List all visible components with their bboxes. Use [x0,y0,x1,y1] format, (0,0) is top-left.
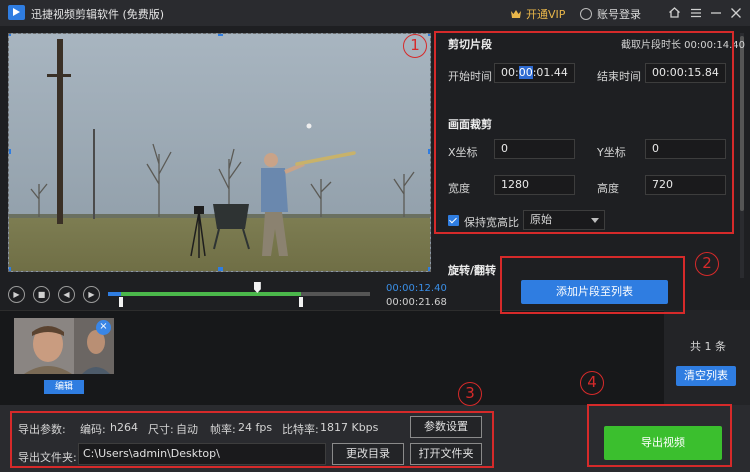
annotation-box-add-clip [500,256,685,314]
minimize-icon[interactable] [708,5,724,21]
annotation-box-export-button [587,404,732,467]
clip-list-sidebar [664,310,750,405]
annotation-number: 3 [458,382,482,406]
prev-frame-icon: ◀ [63,290,70,299]
play-button[interactable]: ▶ [8,286,25,303]
clear-list-button[interactable]: 清空列表 [676,366,736,386]
login-button[interactable]: 账号登录 [580,6,641,22]
current-time: 00:00:12.40 [386,283,447,294]
annotation-box-export-params [10,411,494,468]
menu-icon[interactable] [688,5,704,21]
stop-button[interactable]: ■ [33,286,50,303]
crop-handle[interactable] [9,34,11,36]
video-frame [9,34,430,271]
crop-handle[interactable] [218,34,223,36]
login-label: 账号登录 [597,8,641,21]
user-icon [580,8,592,20]
close-icon[interactable] [728,5,744,21]
stop-icon: ■ [37,290,46,299]
crown-icon [511,10,521,18]
edit-clip-button[interactable]: 编辑 [44,380,84,394]
annotation-box-cut-settings [434,31,734,234]
next-frame-button[interactable]: ▶ [83,286,100,303]
crop-handle[interactable] [9,149,11,154]
total-time: 00:00:21.68 [386,297,447,308]
video-preview[interactable] [8,33,431,272]
play-icon: ▶ [13,290,20,299]
vip-button[interactable]: 开通VIP [510,6,565,22]
next-frame-icon: ▶ [88,290,95,299]
prev-frame-button[interactable]: ◀ [58,286,75,303]
clip-end-marker[interactable] [299,297,303,307]
rotate-section-title: 旋转/翻转 [448,264,497,277]
remove-clip-icon[interactable]: × [96,320,111,335]
panel-scrollbar-thumb[interactable] [740,36,744,211]
vip-label: 开通VIP [526,8,566,21]
title-bar: 迅捷视频剪辑软件 (免费版) 开通VIP 账号登录 [0,0,750,26]
timeline-played-segment [108,292,121,296]
annotation-number: 2 [695,252,719,276]
clip-start-marker[interactable] [119,297,123,307]
home-icon[interactable] [666,5,682,21]
annotation-number: 4 [580,371,604,395]
timeline-selected-segment [121,292,301,296]
app-logo-icon [8,5,25,20]
annotation-number: 1 [403,34,427,58]
app-title: 迅捷视频剪辑软件 (免费版) [31,8,165,21]
clip-count: 共 1 条 [690,340,726,353]
